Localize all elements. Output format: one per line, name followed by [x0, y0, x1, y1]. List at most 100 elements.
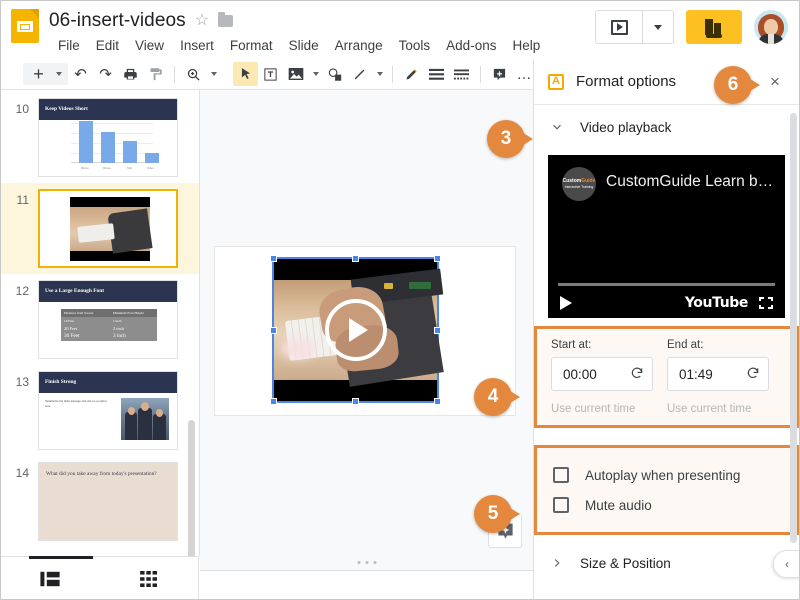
slide-thumbnail[interactable]: Use a Large Enough Font Distance from Sc…: [38, 280, 178, 359]
present-dropdown-button[interactable]: [642, 11, 673, 43]
star-icon[interactable]: ☆: [195, 13, 209, 29]
selected-video-object[interactable]: [274, 259, 437, 401]
menu-item-format[interactable]: Format: [222, 35, 281, 56]
video-playback-section-header[interactable]: Video playback: [534, 105, 799, 149]
menu-item-insert[interactable]: Insert: [172, 35, 222, 56]
refresh-icon[interactable]: [746, 366, 760, 383]
menu-item-view[interactable]: View: [127, 35, 172, 56]
insert-image-dropdown[interactable]: [308, 62, 322, 86]
checkbox-icon[interactable]: [553, 497, 569, 513]
present-button[interactable]: [596, 11, 642, 43]
list-item[interactable]: 14 What did you take away from today's p…: [1, 456, 199, 547]
new-slide-dropdown[interactable]: [51, 62, 65, 86]
shape-button[interactable]: [322, 62, 347, 86]
play-button[interactable]: [325, 299, 387, 361]
resize-handle-e[interactable]: [434, 327, 441, 334]
zoom-button[interactable]: [181, 62, 206, 86]
resize-handle-w[interactable]: [270, 327, 277, 334]
mute-audio-row[interactable]: Mute audio: [553, 490, 796, 520]
resize-handle-n[interactable]: [352, 255, 359, 262]
header-right: [595, 10, 788, 44]
document-title[interactable]: 06-insert-videos: [49, 8, 186, 34]
line-dropdown[interactable]: [372, 62, 386, 86]
start-at-input[interactable]: 00:00: [551, 357, 653, 391]
size-position-section-header[interactable]: Size & Position: [534, 541, 799, 585]
menu-item-arrange[interactable]: Arrange: [327, 35, 391, 56]
table-cell: 2 inch: [113, 326, 124, 331]
slide-thumbnail[interactable]: What did you take away from today's pres…: [38, 462, 178, 541]
folder-icon[interactable]: [218, 15, 233, 27]
insert-image-button[interactable]: [283, 62, 308, 86]
layout-button[interactable]: [449, 62, 474, 86]
end-at-value: 01:49: [679, 367, 713, 382]
toolbar-divider-4: [480, 66, 481, 83]
slide-thumbnail[interactable]: Finish Strong Summarize the main message…: [38, 371, 178, 450]
menu-item-addons[interactable]: Add-ons: [438, 35, 504, 56]
callout-badge-6: 6: [714, 66, 752, 104]
text-box-button[interactable]: [258, 62, 283, 86]
list-item[interactable]: 11: [1, 183, 199, 274]
canvas-bottom-bar: [200, 570, 533, 600]
filmstrip-scrollbar[interactable]: [188, 420, 195, 556]
list-item[interactable]: 10 Keep Videos Short: [1, 92, 199, 183]
menu-item-file[interactable]: File: [50, 35, 88, 56]
play-icon[interactable]: [560, 296, 572, 310]
user-avatar[interactable]: [754, 10, 788, 44]
menu-item-slide[interactable]: Slide: [281, 35, 327, 56]
table-header-cell: Distance from Screen: [64, 311, 93, 315]
zoom-dropdown[interactable]: [206, 62, 220, 86]
grid-view-button[interactable]: [100, 557, 199, 600]
use-current-time-start[interactable]: Use current time: [551, 403, 653, 415]
end-at-field: End at: 01:49: [667, 339, 769, 391]
collapse-panel-button[interactable]: ‹: [773, 550, 799, 578]
line-button[interactable]: [347, 62, 372, 86]
menu-item-tools[interactable]: Tools: [391, 35, 439, 56]
background-button[interactable]: [424, 62, 449, 86]
redo-button[interactable]: ↷: [93, 62, 118, 86]
chevron-down-icon: [654, 25, 662, 30]
end-at-input[interactable]: 01:49: [667, 357, 769, 391]
resize-handle-nw[interactable]: [270, 255, 277, 262]
slide-number: 14: [1, 462, 38, 480]
add-comment-button[interactable]: [487, 62, 512, 86]
slide-filmstrip[interactable]: 10 Keep Videos Short: [1, 90, 200, 556]
slide-thumbnail[interactable]: [38, 189, 178, 268]
menu-item-help[interactable]: Help: [504, 35, 548, 56]
end-at-label: End at:: [667, 339, 769, 351]
slide-number: 13: [1, 371, 38, 389]
checkbox-icon[interactable]: [553, 467, 569, 483]
video-progress-bar[interactable]: [558, 283, 775, 286]
slide-thumbnail[interactable]: Keep Videos Short Minute Minute: [38, 98, 178, 177]
resize-handle-sw[interactable]: [270, 398, 277, 405]
use-current-time-end[interactable]: Use current time: [667, 403, 769, 415]
section-label: Size & Position: [580, 556, 671, 571]
callout-badge-5: 5: [474, 495, 512, 533]
paint-format-button[interactable]: [143, 62, 168, 86]
canvas-resize-grip[interactable]: [357, 561, 376, 564]
undo-button[interactable]: ↶: [68, 62, 93, 86]
autoplay-when-presenting-row[interactable]: Autoplay when presenting: [553, 460, 796, 490]
current-slide[interactable]: [214, 246, 516, 416]
pen-icon[interactable]: [399, 62, 424, 86]
video-controls: YouTube: [548, 288, 785, 318]
start-at-field: Start at: 00:00: [551, 339, 653, 391]
resize-handle-s[interactable]: [352, 398, 359, 405]
slide-number: 10: [1, 98, 38, 116]
list-item[interactable]: 13 Finish Strong Summarize the main mess…: [1, 365, 199, 456]
menu-item-edit[interactable]: Edit: [88, 35, 127, 56]
close-icon[interactable]: ×: [763, 70, 787, 94]
new-slide-button[interactable]: +: [26, 62, 51, 86]
slide-number: 11: [1, 189, 38, 207]
filmstrip-view-button[interactable]: [1, 557, 100, 600]
resize-handle-ne[interactable]: [434, 255, 441, 262]
share-button[interactable]: [686, 10, 742, 44]
list-item[interactable]: 12 Use a Large Enough Font Distance from…: [1, 274, 199, 365]
fullscreen-icon[interactable]: [759, 297, 773, 309]
resize-handle-se[interactable]: [434, 398, 441, 405]
video-preview-player[interactable]: CustomGuideInteractive Training CustomGu…: [548, 155, 785, 318]
font-size-table: Distance from Screen Minimum Font Height…: [61, 309, 157, 341]
refresh-icon[interactable]: [630, 366, 644, 383]
select-tool-button[interactable]: [233, 62, 258, 86]
print-button[interactable]: [118, 62, 143, 86]
panel-scrollbar[interactable]: [790, 113, 797, 543]
